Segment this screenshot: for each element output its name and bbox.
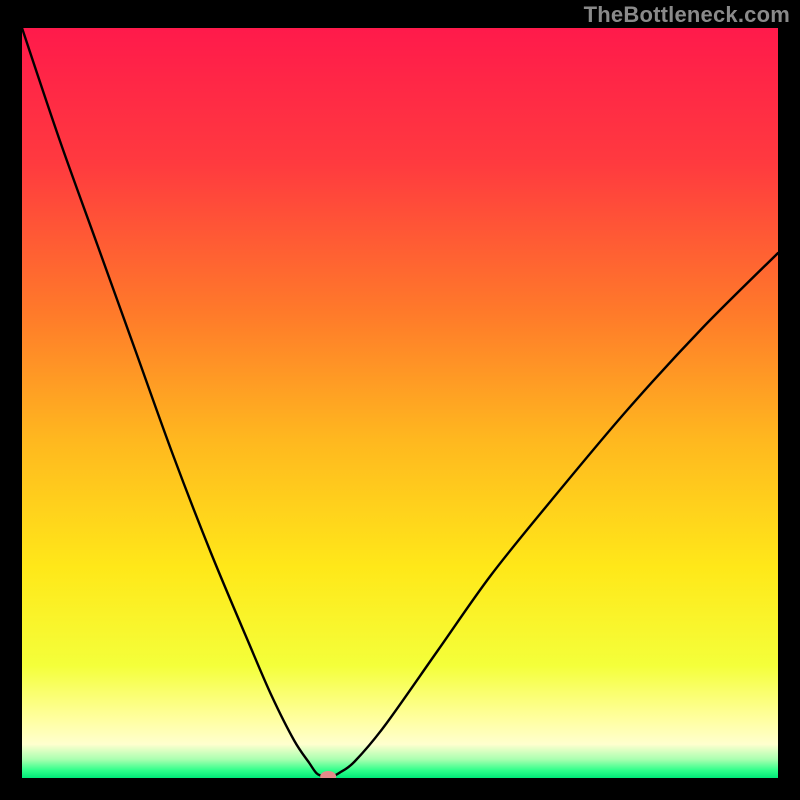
bottleneck-plot (22, 28, 778, 778)
attribution-label: TheBottleneck.com (584, 2, 790, 28)
gradient-rect (22, 28, 778, 778)
plot-area (22, 28, 778, 778)
chart-container: TheBottleneck.com (0, 0, 800, 800)
